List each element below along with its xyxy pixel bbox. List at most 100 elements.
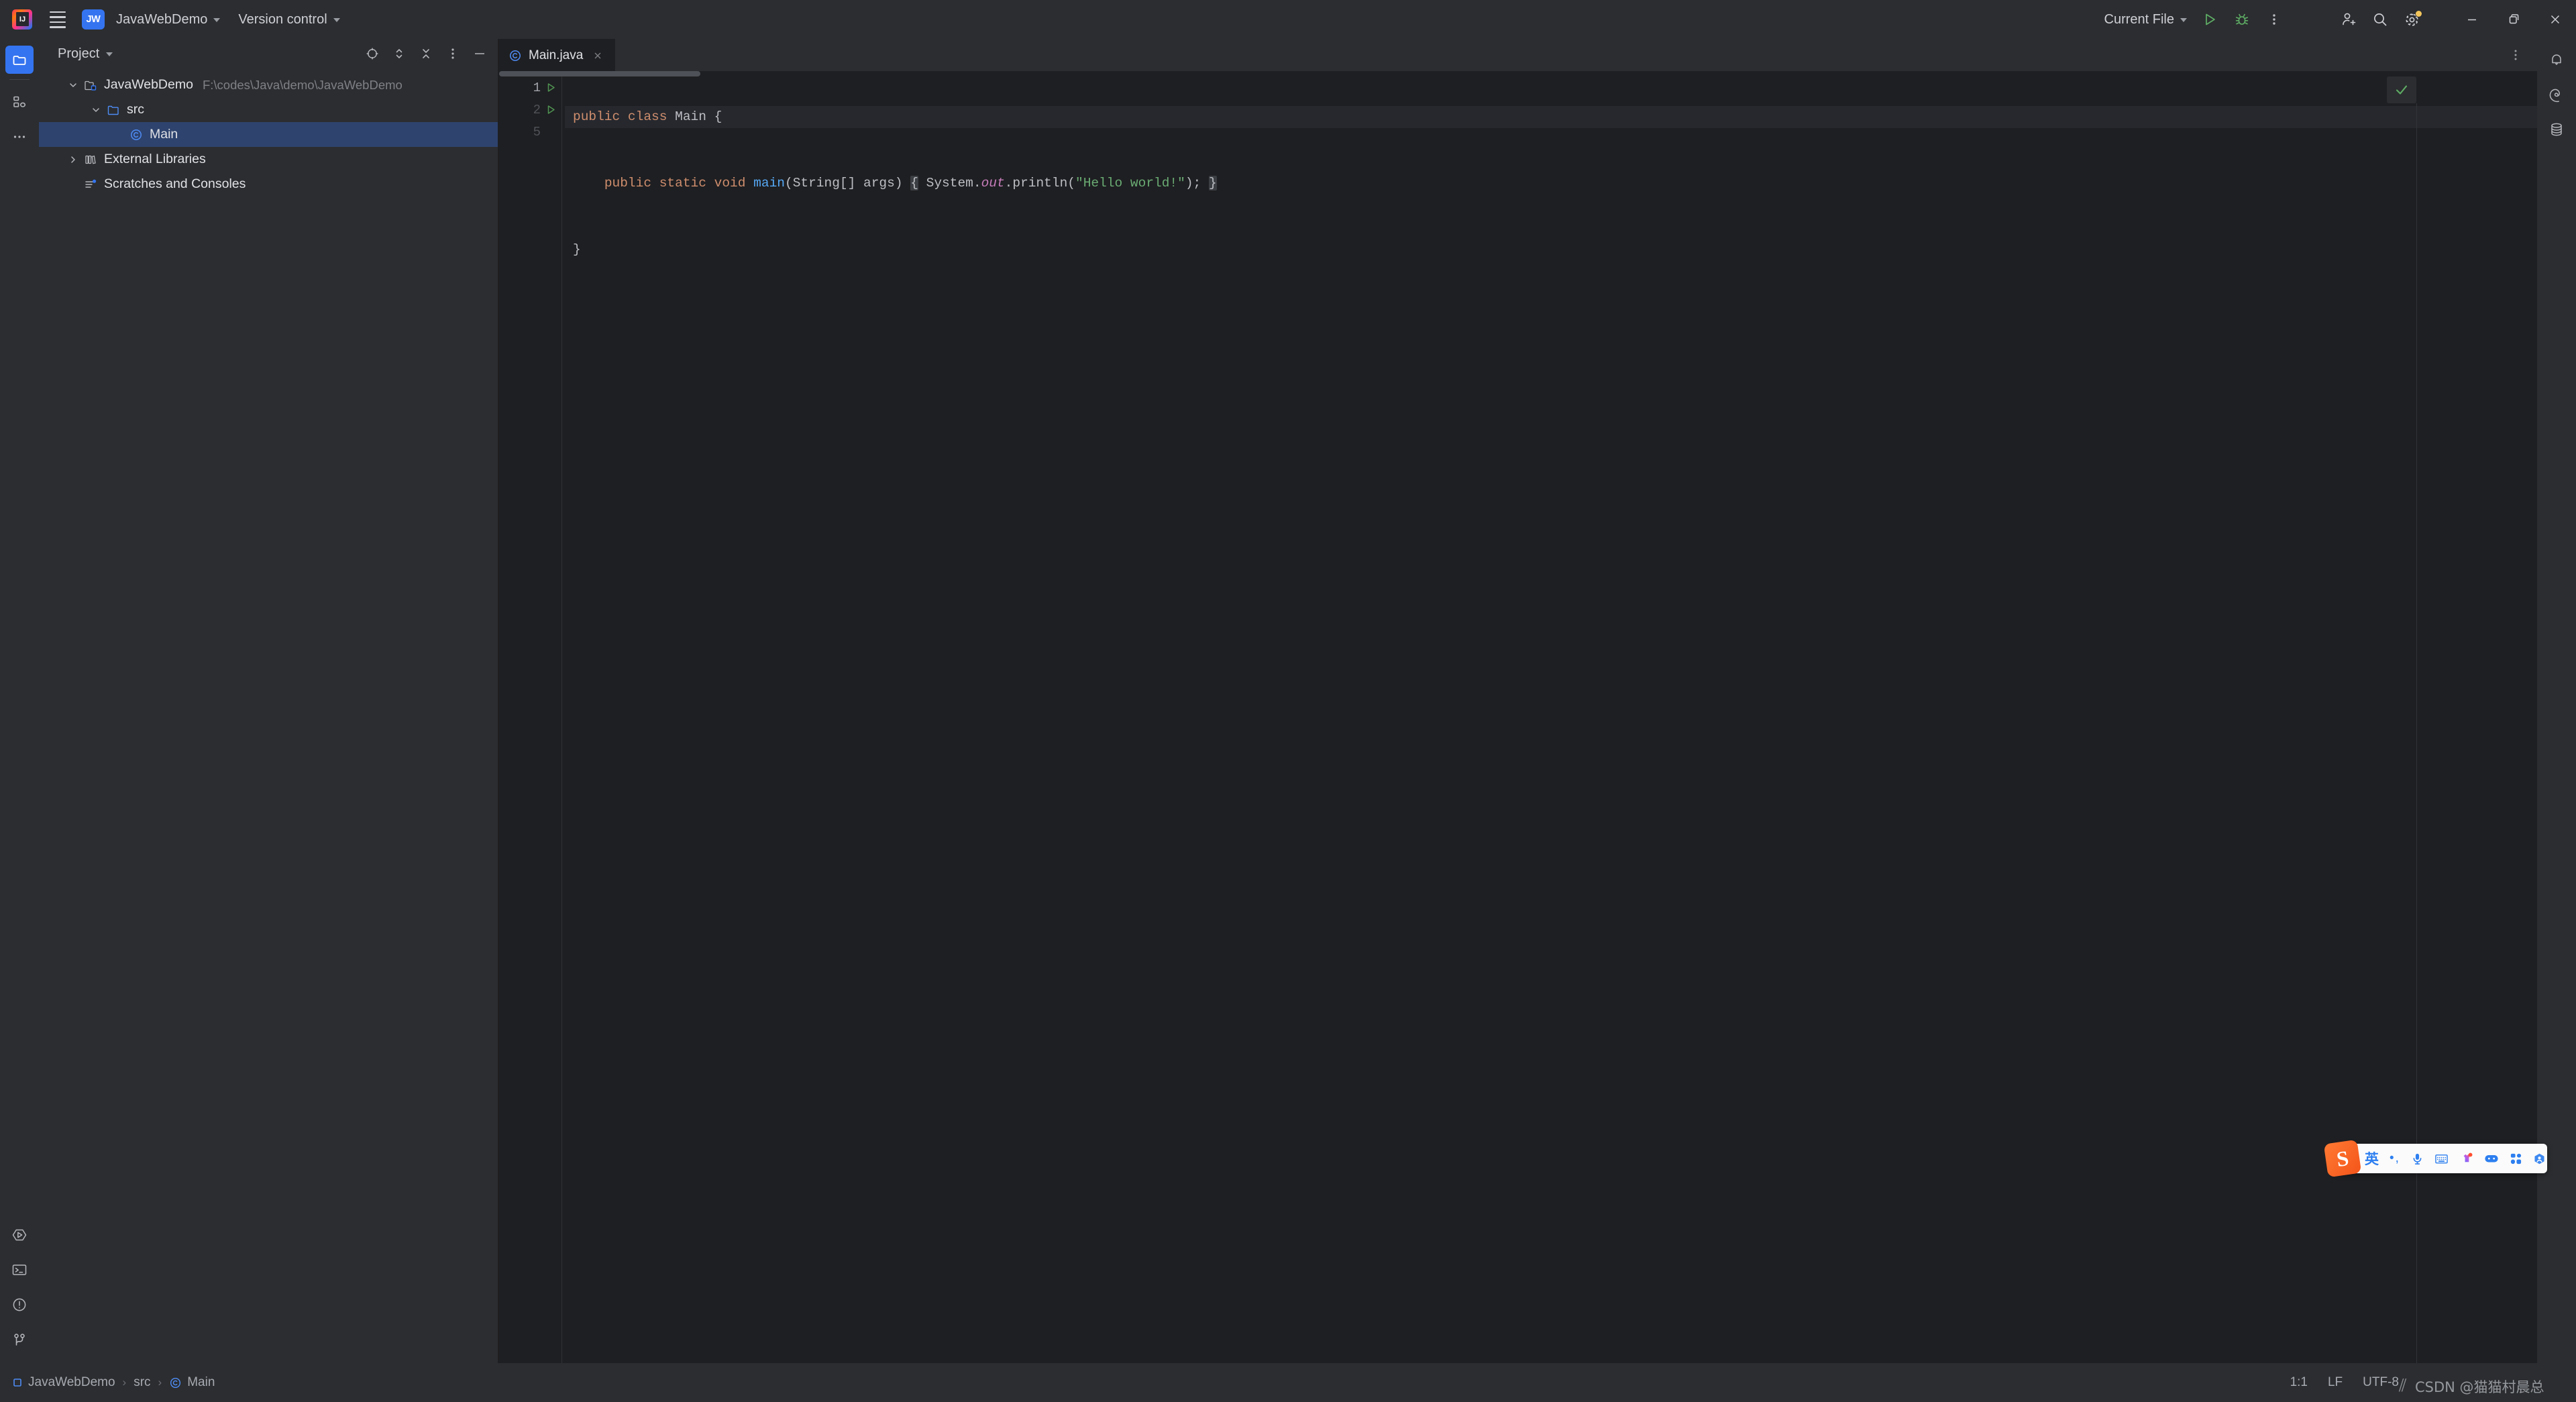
close-tab-icon[interactable] <box>590 48 606 64</box>
token-punct: { <box>706 109 722 124</box>
expand-all-icon[interactable] <box>386 41 412 66</box>
tree-node-main[interactable]: Main <box>39 122 498 147</box>
line-separator[interactable]: LF <box>2328 1375 2343 1390</box>
left-rail-bottom-group <box>5 1214 34 1363</box>
tree-node-external-libraries[interactable]: External Libraries <box>39 147 498 172</box>
version-control-dropdown[interactable]: Version control <box>231 7 346 32</box>
add-account-icon[interactable] <box>2334 5 2362 34</box>
title-bar-right: Current File <box>2093 0 2576 39</box>
libraries-icon <box>82 153 99 166</box>
token-punct: ( <box>784 176 793 191</box>
breadcrumb-item-class[interactable]: Main <box>169 1375 215 1390</box>
version-control-label: Version control <box>238 11 327 27</box>
tree-node-label: src <box>127 102 144 117</box>
collapse-all-icon[interactable] <box>413 41 439 66</box>
ai-assistant-icon[interactable] <box>2542 80 2571 109</box>
code-editor[interactable]: 1 2 › 5 public class Main { public stati <box>498 71 2537 1363</box>
sogou-logo-icon[interactable]: S <box>2323 1139 2362 1178</box>
sidebar-item-structure[interactable] <box>5 88 34 116</box>
sidebar-item-project[interactable] <box>5 46 34 74</box>
restore-window-icon[interactable] <box>2493 0 2534 39</box>
status-bar-right: 1:1 LF UTF-8 <box>2290 1375 2576 1390</box>
chevron-down-icon <box>213 18 221 22</box>
language-mode-chinese[interactable]: 英 <box>2365 1148 2379 1169</box>
token-punct: [] args) <box>839 176 903 191</box>
breadcrumb-item-module[interactable]: JavaWebDemo <box>12 1375 115 1390</box>
module-square-icon <box>12 1377 23 1388</box>
options-menu-icon[interactable] <box>440 41 466 66</box>
run-tool-icon[interactable] <box>5 1221 34 1249</box>
close-window-icon[interactable] <box>2534 0 2576 39</box>
chevron-down-icon[interactable] <box>64 80 82 91</box>
project-tree: JavaWebDemo F:\codes\Java\demo\JavaWebDe… <box>39 68 498 197</box>
inspections-ok-check-icon[interactable] <box>2387 76 2416 103</box>
sogou-assistant-icon[interactable] <box>2533 1152 2546 1165</box>
intellij-idea-logo <box>12 9 32 30</box>
breadcrumb-label: Main <box>187 1375 215 1389</box>
token-fold-open-brace[interactable]: { <box>910 176 918 191</box>
settings-gear-icon[interactable] <box>2398 5 2426 34</box>
chevron-right-icon[interactable] <box>64 154 82 165</box>
tab-main-java[interactable]: Main.java <box>498 39 616 71</box>
tree-node-scratches-and-consoles[interactable]: Scratches and Consoles <box>39 172 498 197</box>
soft-keyboard-icon[interactable] <box>2434 1152 2449 1165</box>
notifications-bell-icon[interactable] <box>2542 46 2571 74</box>
more-tool-windows-icon[interactable] <box>5 123 34 151</box>
caret-position[interactable]: 1:1 <box>2290 1375 2308 1390</box>
run-method-gutter-icon[interactable] <box>541 104 561 115</box>
chevron-down-icon[interactable] <box>87 105 105 115</box>
project-name-label: JavaWebDemo <box>116 11 208 27</box>
game-mode-icon[interactable] <box>2484 1152 2499 1165</box>
toolbox-grid-icon[interactable] <box>2510 1152 2522 1165</box>
hamburger-menu-icon[interactable] <box>43 5 72 34</box>
editor-gutter: 1 2 › 5 <box>498 76 572 1363</box>
run-button[interactable] <box>2196 5 2224 34</box>
tree-node-javawebdemo[interactable]: JavaWebDemo F:\codes\Java\demo\JavaWebDe… <box>39 72 498 97</box>
token-punct: . <box>973 176 981 191</box>
skin-theme-icon[interactable] <box>2459 1152 2473 1165</box>
chevron-down-icon <box>333 18 340 22</box>
token-keyword: class <box>627 109 667 124</box>
sogou-ime-toolbar[interactable]: S 英 •, <box>2323 1139 2547 1178</box>
left-tool-window-rail <box>0 39 39 1363</box>
module-folder-icon <box>82 78 99 92</box>
debug-button[interactable] <box>2228 5 2256 34</box>
tree-node-label: Scratches and Consoles <box>104 176 246 191</box>
run-more-options-icon[interactable] <box>2260 5 2288 34</box>
chevron-down-icon <box>2180 18 2187 22</box>
code-line-5: } <box>565 239 2537 261</box>
minimize-icon[interactable] <box>2451 0 2493 39</box>
breadcrumb-separator: › <box>122 1376 127 1389</box>
database-icon[interactable] <box>2542 115 2571 144</box>
breadcrumb-item-src[interactable]: src <box>133 1375 150 1390</box>
tree-node-path: F:\codes\Java\demo\JavaWebDemo <box>202 77 402 92</box>
editor-tabs-more-icon[interactable] <box>2502 39 2529 71</box>
gutter-line-5: 5 <box>498 121 561 143</box>
search-icon[interactable] <box>2366 5 2394 34</box>
project-panel-title[interactable]: Project <box>52 43 118 65</box>
problems-icon[interactable] <box>5 1291 34 1319</box>
run-configuration-selector[interactable]: Current File <box>2098 7 2194 32</box>
file-encoding[interactable]: UTF-8 <box>2363 1375 2399 1390</box>
editor-horizontal-scrollbar[interactable] <box>499 71 700 76</box>
hide-panel-icon[interactable] <box>467 41 492 66</box>
token-type: System <box>926 176 973 191</box>
token-punct: .println( <box>1004 176 1075 191</box>
token-fold-close-brace[interactable]: } <box>1208 176 1217 191</box>
token-keyword: public <box>573 109 621 124</box>
terminal-icon[interactable] <box>5 1256 34 1284</box>
tree-node-src[interactable]: src <box>39 97 498 122</box>
project-panel-title-label: Project <box>58 46 100 61</box>
token-punct: ); <box>1185 176 1201 191</box>
select-opened-file-icon[interactable] <box>360 41 385 66</box>
token-keyword: void <box>714 176 746 191</box>
settings-update-badge <box>2416 11 2422 17</box>
code-content[interactable]: public class Main { public static void m… <box>565 76 2537 1363</box>
token-punct: } <box>573 242 581 257</box>
tree-node-label: Main <box>150 127 178 142</box>
git-branch-icon[interactable] <box>5 1326 34 1354</box>
project-name-dropdown[interactable]: JavaWebDemo <box>109 7 227 32</box>
voice-input-icon[interactable] <box>2411 1152 2424 1165</box>
run-class-gutter-icon[interactable] <box>541 82 561 93</box>
punctuation-mode-icon[interactable]: •, <box>2390 1151 2400 1166</box>
